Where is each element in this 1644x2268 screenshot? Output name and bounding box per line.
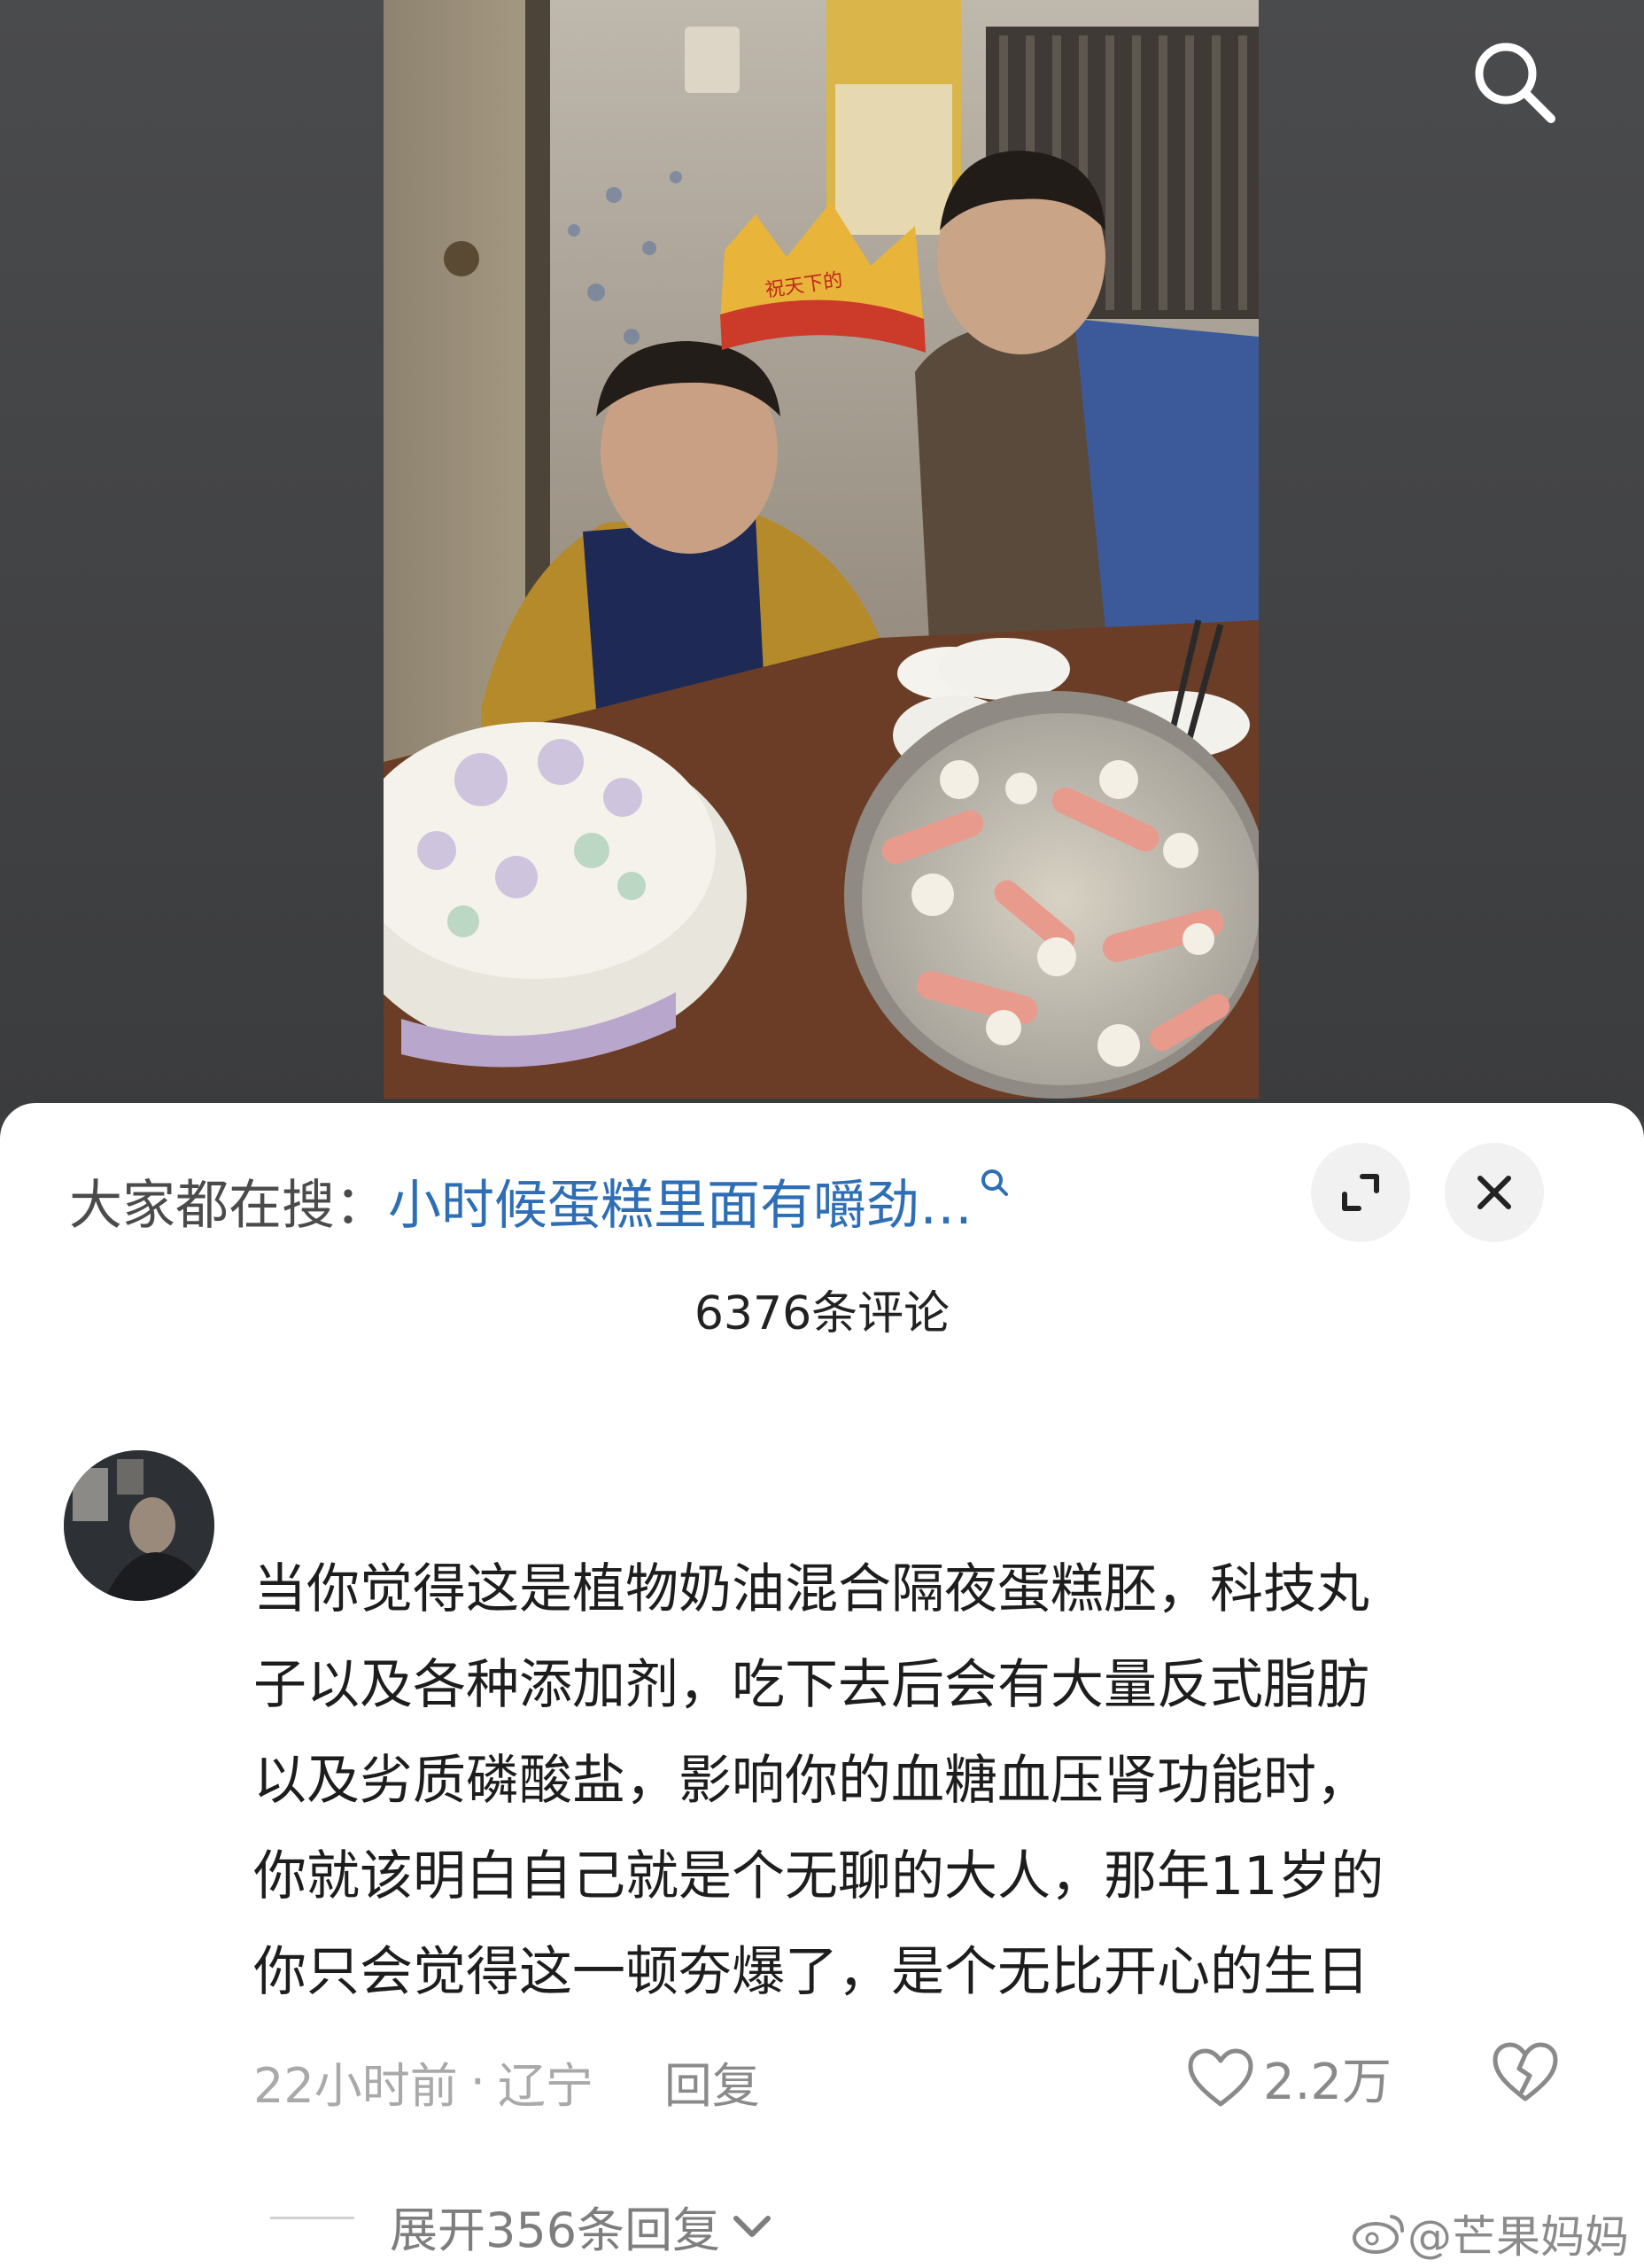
comment-meta: 22小时前 · 辽宁 回复 <box>253 2047 760 2117</box>
comment-line: 以及劣质磷酸盐，影响你的血糖血压肾功能时， <box>253 1750 1369 1812</box>
expand-replies-label: 展开356条回复 <box>390 2202 721 2258</box>
suggestion-label: 大家都在搜： <box>69 1174 388 1237</box>
dislike-button[interactable] <box>1492 2040 1559 2108</box>
watermark-text: @芒果妈妈 <box>1407 2211 1629 2263</box>
avatar[interactable] <box>64 1450 214 1601</box>
comment-line: 当你觉得这是植物奶油混合隔夜蛋糕胚，科技丸 <box>253 1558 1369 1620</box>
comment-line: 你就该明白自己就是个无聊的大人，那年11岁的 <box>253 1845 1384 1907</box>
post-photo[interactable]: 祝天下的 <box>384 0 1259 1099</box>
comment-line: 子以及各种添加剂，吃下去后会有大量反式脂肪 <box>253 1654 1369 1716</box>
comment-location: 辽宁 <box>497 2058 593 2114</box>
suggestion-query-link[interactable]: 小时候蛋糕里面有嚼劲… <box>388 1162 973 1239</box>
comment-text: 当你觉得这是植物奶油混合隔夜蛋糕胚，科技丸 子以及各种添加剂，吃下去后会有大量反… <box>253 1542 1591 2020</box>
expand-icon <box>1342 1174 1379 1211</box>
comment-panel: 大家都在搜： 小时候蛋糕里面有嚼劲… 6376条评论 当你觉得这是植物奶油混合隔… <box>0 1103 1644 2268</box>
close-icon <box>1477 1176 1511 1209</box>
chevron-down-icon <box>733 2215 772 2237</box>
close-button[interactable] <box>1445 1143 1544 1242</box>
watermark: @芒果妈妈 <box>1351 2202 1629 2265</box>
avatar-image <box>64 1450 214 1601</box>
comment-line: 你只会觉得这一顿夯爆了，是个无比开心的生日 <box>253 1941 1369 2003</box>
expand-replies-button[interactable]: 展开356条回复 <box>270 2191 773 2261</box>
like-count: 2.2万 <box>1263 2054 1392 2111</box>
comment-time: 22小时前 <box>253 2058 458 2114</box>
heart-icon <box>1188 2048 1253 2106</box>
broken-heart-icon <box>1493 2042 1558 2101</box>
expand-button[interactable] <box>1311 1143 1410 1242</box>
search-icon <box>1475 43 1555 123</box>
comment-count: 6376条评论 <box>694 1287 950 1340</box>
search-suggestion[interactable]: 大家都在搜： 小时候蛋糕里面有嚼劲… <box>69 1156 1010 1245</box>
search-icon <box>981 1169 1008 1196</box>
search-button[interactable] <box>1466 34 1563 131</box>
reply-button[interactable]: 回复 <box>664 2047 760 2117</box>
birthday-photo-illustration: 祝天下的 <box>384 0 1259 1099</box>
like-button[interactable]: 2.2万 <box>1187 2042 1392 2114</box>
meta-separator: · <box>469 2054 485 2109</box>
weibo-logo-icon <box>1353 2215 1404 2254</box>
